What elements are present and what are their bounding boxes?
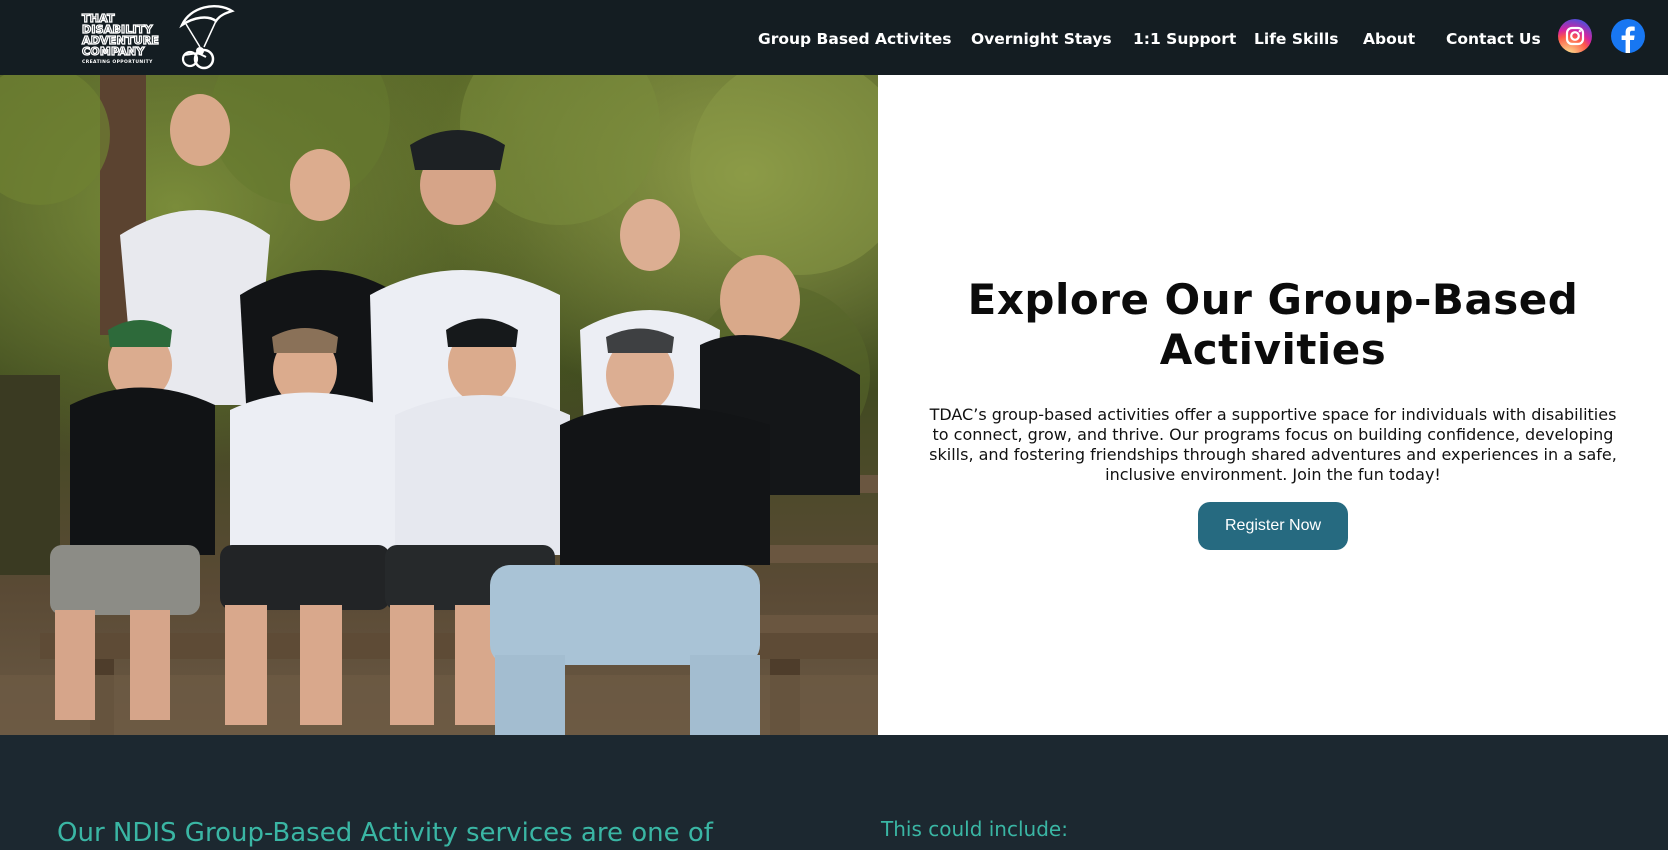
nav-overnight-stays[interactable]: Overnight Stays bbox=[971, 28, 1112, 50]
nav-about[interactable]: About bbox=[1363, 28, 1415, 50]
instagram-icon[interactable] bbox=[1558, 19, 1592, 53]
hero-description: TDAC’s group-based activities offer a su… bbox=[929, 405, 1617, 484]
nav-contact-us[interactable]: Contact Us bbox=[1446, 28, 1541, 50]
main-navigation: Group Based Activites Overnight Stays 1:… bbox=[0, 0, 1668, 75]
hero-content: Explore Our Group-Based Activities TDAC’… bbox=[878, 75, 1668, 735]
register-now-button[interactable]: Register Now bbox=[1198, 502, 1348, 550]
group-photo-illustration bbox=[0, 75, 878, 735]
facebook-icon[interactable] bbox=[1611, 19, 1645, 53]
nav-1-1-support[interactable]: 1:1 Support bbox=[1133, 28, 1236, 50]
could-include-heading: This could include: bbox=[881, 817, 1068, 841]
site-header: THAT DISABILITY ADVENTURE COMPANY CREATI… bbox=[0, 0, 1668, 75]
nav-group-based-activities[interactable]: Group Based Activites bbox=[758, 28, 952, 50]
services-heading: Our NDIS Group-Based Activity services a… bbox=[57, 818, 713, 848]
nav-life-skills[interactable]: Life Skills bbox=[1254, 28, 1338, 50]
hero-group-photo bbox=[0, 75, 878, 735]
hero-title: Explore Our Group-Based Activities bbox=[967, 275, 1579, 374]
services-section: Our NDIS Group-Based Activity services a… bbox=[0, 735, 1668, 850]
